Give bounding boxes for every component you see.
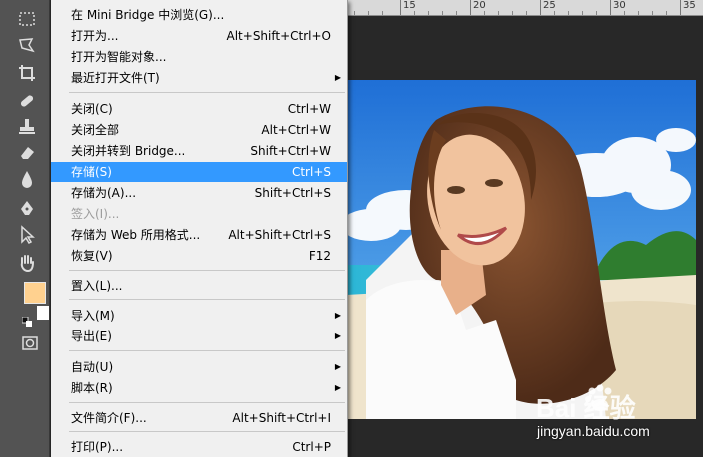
watermark-logo-text: Bai 经验: [536, 393, 636, 423]
menu-item[interactable]: 打开为... Alt+Shift+Ctrl+O: [51, 26, 347, 46]
menu-item[interactable]: 导入(M) ▶: [51, 306, 347, 326]
menu-item-shortcut: F12: [308, 249, 331, 263]
menu-item-label: 最近打开文件(T): [71, 71, 160, 85]
menu-separator: [69, 431, 345, 432]
quick-mask-icon[interactable]: [18, 332, 42, 354]
menu-item: 签入(I)...: [51, 204, 347, 224]
menu-item[interactable]: 存储(S) Ctrl+S: [51, 162, 347, 182]
menu-item[interactable]: 文件简介(F)... Alt+Shift+Ctrl+I: [51, 408, 347, 428]
submenu-arrow-icon: ▶: [334, 383, 341, 392]
menu-item-label: 关闭并转到 Bridge...: [71, 144, 186, 158]
tools-panel: [0, 0, 50, 457]
menu-item-shortcut: Ctrl+S: [291, 165, 331, 179]
menu-item[interactable]: 存储为 Web 所用格式... Alt+Shift+Ctrl+S: [51, 225, 347, 245]
menu-separator: [69, 299, 345, 300]
menu-item-label: 置入(L)...: [71, 279, 123, 293]
menu-item[interactable]: 恢复(V) F12: [51, 246, 347, 266]
menu-item-shortcut: Alt+Shift+Ctrl+I: [232, 411, 331, 425]
menu-separator: [69, 402, 345, 403]
menu-item[interactable]: 打开为智能对象...: [51, 47, 347, 67]
crop-tool-icon[interactable]: [15, 62, 39, 84]
menu-separator: [69, 350, 345, 351]
blur-tool-icon[interactable]: [15, 168, 39, 190]
menu-item-label: 导出(E): [71, 329, 112, 343]
menu-item-label: 签入(I)...: [71, 207, 120, 221]
menu-item-label: 导入(M): [71, 309, 115, 323]
ruler-label: 35: [680, 0, 696, 15]
menu-item-label: 打开为智能对象...: [71, 50, 167, 64]
hand-tool-icon[interactable]: [15, 252, 39, 274]
menu-separator: [69, 270, 345, 271]
submenu-arrow-icon: ▶: [334, 311, 341, 320]
menu-item[interactable]: 最近打开文件(T) ▶: [51, 68, 347, 88]
menu-item[interactable]: 关闭全部 Alt+Ctrl+W: [51, 120, 347, 140]
menu-item[interactable]: 置入(L)...: [51, 276, 347, 296]
menu-item-label: 在 Mini Bridge 中浏览(G)...: [71, 8, 225, 22]
menu-item-label: 打印(P)...: [71, 440, 124, 454]
submenu-arrow-icon: ▶: [334, 362, 341, 371]
menu-item[interactable]: 关闭(C) Ctrl+W: [51, 99, 347, 119]
menu-item[interactable]: 打印(P)... Ctrl+P: [51, 437, 347, 457]
menu-item-label: 打开为...: [71, 29, 119, 43]
submenu-arrow-icon: ▶: [334, 331, 341, 340]
eraser-tool-icon[interactable]: [15, 142, 39, 164]
menu-item-shortcut: Shift+Ctrl+W: [250, 144, 331, 158]
submenu-arrow-icon: ▶: [334, 73, 341, 82]
menu-item-shortcut: Shift+Ctrl+S: [254, 186, 331, 200]
menu-item[interactable]: 存储为(A)... Shift+Ctrl+S: [51, 183, 347, 203]
lasso-tool-icon[interactable]: [15, 34, 39, 56]
menu-item-label: 恢复(V): [71, 249, 113, 263]
menu-item-shortcut: Ctrl+P: [292, 440, 331, 454]
healing-brush-tool-icon[interactable]: [15, 90, 39, 112]
menu-item-shortcut: Alt+Shift+Ctrl+O: [226, 29, 331, 43]
background-color-swatch[interactable]: [37, 306, 49, 320]
default-colors-icon[interactable]: [21, 312, 32, 327]
menu-item-shortcut: Alt+Shift+Ctrl+S: [228, 228, 331, 242]
menu-item-label: 文件简介(F)...: [71, 411, 147, 425]
menu-item-shortcut: Alt+Ctrl+W: [261, 123, 331, 137]
menu-item[interactable]: 自动(U) ▶: [51, 357, 347, 377]
foreground-color-swatch[interactable]: [24, 282, 46, 304]
watermark-site-url: jingyan.baidu.com: [537, 423, 650, 439]
menu-item[interactable]: 关闭并转到 Bridge... Shift+Ctrl+W: [51, 141, 347, 161]
file-menu: 在 Mini Bridge 中浏览(G)... 打开为... Alt+Shift+C…: [51, 0, 348, 457]
menu-item-label: 存储为 Web 所用格式...: [71, 228, 201, 242]
menu-item-label: 自动(U): [71, 360, 114, 374]
menu-item-label: 存储(S): [71, 165, 112, 179]
menu-item-label: 关闭(C): [71, 102, 113, 116]
horizontal-ruler: 15 20 25 30 35: [346, 0, 703, 16]
path-selection-tool-icon[interactable]: [15, 224, 39, 246]
menu-item-label: 存储为(A)...: [71, 186, 137, 200]
menu-item-label: 脚本(R): [71, 381, 113, 395]
menu-item-label: 关闭全部: [71, 123, 120, 137]
menu-separator: [69, 92, 345, 93]
menu-item-shortcut: Ctrl+W: [287, 102, 331, 116]
stamp-tool-icon[interactable]: [15, 116, 39, 138]
menu-item[interactable]: 在 Mini Bridge 中浏览(G)...: [51, 5, 347, 25]
menu-item[interactable]: 脚本(R) ▶: [51, 378, 347, 398]
marquee-tool-icon[interactable]: [15, 8, 39, 30]
canvas-image: [346, 80, 696, 419]
pen-tool-icon[interactable]: [15, 198, 39, 220]
menu-item[interactable]: 导出(E) ▶: [51, 326, 347, 346]
